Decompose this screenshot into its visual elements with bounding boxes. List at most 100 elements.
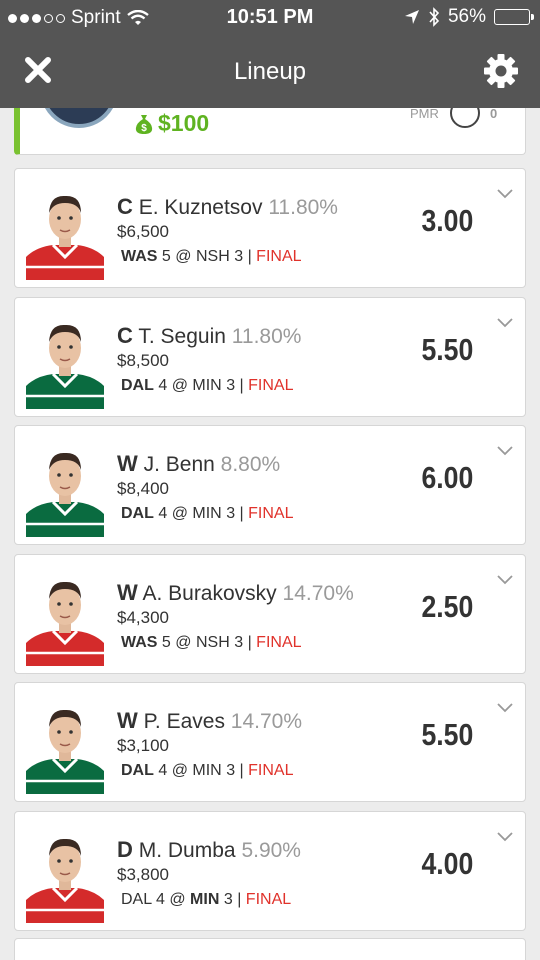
opponent-abbrev: NSH	[195, 248, 230, 265]
player-photo	[26, 569, 104, 666]
opponent-score: 3	[226, 505, 236, 522]
winnings: $ $100	[134, 110, 209, 137]
game-info: DAL 4 @ MIN 3 | FINAL	[121, 505, 294, 523]
ownership-percent: 14.70%	[230, 710, 303, 733]
avatar	[40, 108, 118, 128]
player-position: C	[117, 323, 133, 348]
player-name: J. Benn	[143, 453, 215, 476]
team-score: 4	[155, 891, 165, 908]
opponent-abbrev: MIN	[192, 377, 222, 394]
opponent-abbrev: MIN	[192, 505, 222, 522]
team-abbrev: DAL	[121, 762, 154, 779]
player-position: C	[117, 194, 133, 219]
fantasy-points: 6.00	[421, 460, 473, 495]
battery-icon	[494, 9, 534, 25]
ownership-percent: 5.90%	[241, 839, 301, 862]
player-name-line: D M. Dumba 5.90%	[117, 837, 301, 863]
player-salary: $6,500	[117, 222, 169, 241]
game-info: DAL 4 @ MIN 3 | FINAL	[121, 891, 291, 909]
separator: |	[239, 505, 244, 522]
player-photo	[26, 183, 104, 280]
chevron-down-icon[interactable]	[497, 446, 513, 456]
battery-percent: 56%	[447, 6, 486, 27]
app-header: Sprint 10:51 PM 56% Lineup	[0, 0, 540, 108]
team-abbrev: WAS	[121, 634, 158, 651]
player-name: M. Dumba	[138, 839, 236, 862]
bluetooth-icon	[429, 7, 440, 27]
player-name: A. Burakovsky	[142, 582, 277, 605]
money-bag-icon: $	[135, 114, 153, 134]
player-card[interactable]: W A. Burakovsky 14.70% $4,300 WAS 5 @ NS…	[14, 554, 526, 674]
at-symbol: @	[171, 377, 188, 394]
game-info: DAL 4 @ MIN 3 | FINAL	[121, 377, 294, 395]
game-info: WAS 5 @ NSH 3 | FINAL	[121, 634, 302, 652]
separator: |	[247, 634, 252, 651]
at-symbol: @	[175, 634, 192, 651]
game-status: FINAL	[256, 248, 302, 265]
team-score: 5	[161, 248, 171, 265]
player-position: D	[117, 837, 133, 862]
opponent-score: 3	[223, 891, 233, 908]
player-name-line: C T. Seguin 11.80%	[117, 323, 301, 349]
team-abbrev: DAL	[121, 891, 152, 908]
pmr-progress-ring	[450, 108, 480, 128]
pmr-value: 0	[490, 108, 498, 121]
opponent-abbrev: MIN	[190, 891, 220, 908]
svg-text:$: $	[141, 123, 147, 134]
player-photo	[26, 440, 104, 537]
at-symbol: @	[169, 891, 186, 908]
location-arrow-icon	[404, 10, 419, 24]
pmr-label: PMR	[410, 108, 439, 121]
status-right: 56%	[404, 6, 534, 28]
team-abbrev: DAL	[121, 505, 154, 522]
team-abbrev: DAL	[121, 377, 154, 394]
player-name: E. Kuznetsov	[138, 196, 263, 219]
at-symbol: @	[171, 505, 188, 522]
player-card[interactable]: C E. Kuznetsov 11.80% $6,500 WAS 5 @ NSH…	[14, 168, 526, 288]
player-name-line: C E. Kuznetsov 11.80%	[117, 194, 338, 220]
opponent-score: 3	[234, 248, 244, 265]
team-score: 4	[158, 377, 168, 394]
player-card[interactable]: D M. Dumba 5.90% $3,800 DAL 4 @ MIN 3 | …	[14, 811, 526, 931]
separator: |	[247, 248, 252, 265]
player-card[interactable]: W P. Eaves 14.70% $3,100 DAL 4 @ MIN 3 |…	[14, 682, 526, 802]
chevron-down-icon[interactable]	[497, 703, 513, 713]
player-position: W	[117, 708, 138, 733]
separator: |	[239, 762, 244, 779]
at-symbol: @	[171, 762, 188, 779]
player-name: P. Eaves	[143, 710, 225, 733]
gear-icon[interactable]	[482, 52, 520, 90]
page-title: Lineup	[233, 58, 307, 85]
opponent-score: 3	[234, 634, 244, 651]
opponent-abbrev: MIN	[192, 762, 222, 779]
player-name: T. Seguin	[138, 325, 226, 348]
team-score: 4	[158, 505, 168, 522]
chevron-down-icon[interactable]	[497, 318, 513, 328]
chevron-down-icon[interactable]	[497, 189, 513, 199]
player-card[interactable]: W J. Benn 8.80% $8,400 DAL 4 @ MIN 3 | F…	[14, 425, 526, 545]
player-salary: $4,300	[117, 608, 169, 627]
game-info: WAS 5 @ NSH 3 | FINAL	[121, 248, 302, 266]
opponent-score: 3	[226, 762, 236, 779]
status-bar: Sprint 10:51 PM 56%	[0, 0, 540, 36]
player-photo	[26, 312, 104, 409]
player-name-line: W P. Eaves 14.70%	[117, 708, 302, 734]
player-name-line: W A. Burakovsky 14.70%	[117, 580, 354, 606]
separator: |	[237, 891, 242, 908]
game-status: FINAL	[248, 505, 294, 522]
team-abbrev: WAS	[121, 248, 158, 265]
player-card-partial[interactable]	[14, 938, 526, 960]
player-card[interactable]: C T. Seguin 11.80% $8,500 DAL 4 @ MIN 3 …	[14, 297, 526, 417]
team-score: 5	[161, 634, 171, 651]
contest-summary-card[interactable]: $ $100 PMR 0	[14, 108, 526, 155]
chevron-down-icon[interactable]	[497, 832, 513, 842]
game-info: DAL 4 @ MIN 3 | FINAL	[121, 762, 294, 780]
separator: |	[239, 377, 244, 394]
game-status: FINAL	[248, 762, 294, 779]
game-status: FINAL	[245, 891, 292, 908]
chevron-down-icon[interactable]	[497, 575, 513, 585]
ownership-percent: 14.70%	[282, 582, 354, 605]
player-position: W	[117, 451, 138, 476]
player-salary: $8,500	[117, 351, 169, 370]
fantasy-points: 4.00	[421, 846, 473, 881]
